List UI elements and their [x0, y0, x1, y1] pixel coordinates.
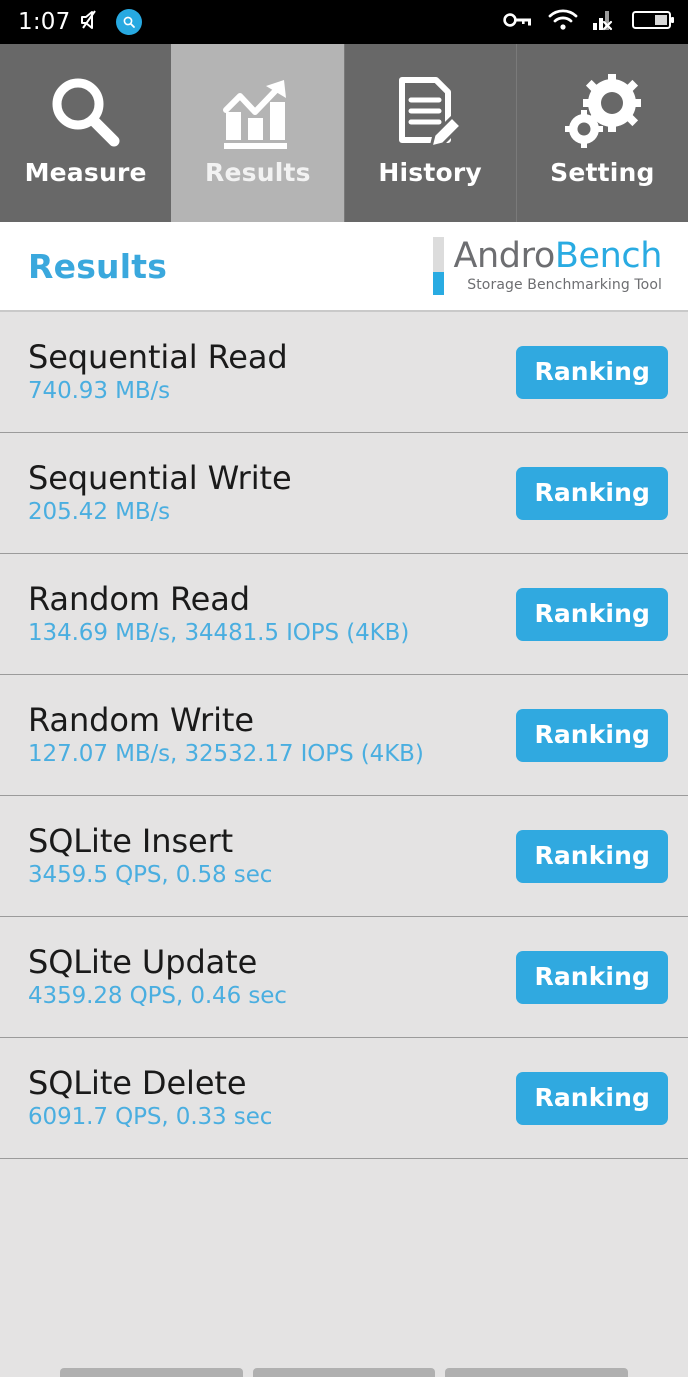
table-row[interactable]: Sequential Write 205.42 MB/s Ranking — [0, 433, 688, 554]
ranking-button[interactable]: Ranking — [516, 1071, 668, 1125]
logo-word-bench: Bench — [554, 236, 663, 277]
ranking-button[interactable]: Ranking — [516, 829, 668, 883]
ranking-button[interactable]: Ranking — [516, 345, 668, 399]
table-row[interactable]: Random Read 134.69 MB/s, 34481.5 IOPS (4… — [0, 554, 688, 675]
androbench-logo: AndroBench Storage Benchmarking Tool — [433, 237, 662, 295]
logo-word-andro: Andro — [453, 236, 555, 277]
tab-results-label: Results — [205, 158, 311, 187]
tab-setting-label: Setting — [550, 158, 655, 187]
result-title: Random Write — [28, 700, 254, 739]
result-info: SQLite Delete 6091.7 QPS, 0.33 sec — [28, 1063, 516, 1131]
table-row[interactable]: SQLite Update 4359.28 QPS, 0.46 sec Rank… — [0, 917, 688, 1038]
document-pencil-icon — [388, 72, 472, 156]
main-tab-bar: Measure Results History Setting — [0, 44, 688, 222]
table-row[interactable]: SQLite Insert 3459.5 QPS, 0.58 sec Ranki… — [0, 796, 688, 917]
result-info: Random Read 134.69 MB/s, 34481.5 IOPS (4… — [28, 579, 516, 647]
status-bar-right — [503, 9, 674, 35]
result-title: SQLite Update — [28, 942, 258, 981]
tab-history-label: History — [378, 158, 482, 187]
ranking-button[interactable]: Ranking — [516, 466, 668, 520]
tab-setting[interactable]: Setting — [515, 44, 688, 222]
table-row[interactable]: Sequential Read 740.93 MB/s Ranking — [0, 312, 688, 433]
result-title: SQLite Delete — [28, 1063, 247, 1102]
table-row[interactable]: SQLite Delete 6091.7 QPS, 0.33 sec Ranki… — [0, 1038, 688, 1159]
tab-results[interactable]: Results — [171, 44, 344, 222]
logo-accent-bar-bottom — [433, 271, 445, 295]
table-row[interactable]: Random Write 127.07 MB/s, 32532.17 IOPS … — [0, 675, 688, 796]
vpn-key-icon — [503, 11, 533, 33]
status-bar: 1:07 — [0, 0, 688, 44]
result-info: SQLite Update 4359.28 QPS, 0.46 sec — [28, 942, 516, 1010]
mute-icon — [80, 9, 106, 35]
tab-history[interactable]: History — [343, 44, 516, 222]
result-title: Random Read — [28, 579, 250, 618]
logo-text: AndroBench Storage Benchmarking Tool — [453, 237, 662, 295]
result-value: 134.69 MB/s, 34481.5 IOPS (4KB) — [28, 620, 410, 647]
battery-icon — [632, 9, 674, 35]
result-value: 4359.28 QPS, 0.46 sec — [28, 983, 287, 1010]
logo-tagline: Storage Benchmarking Tool — [467, 276, 662, 293]
app-screen: 1:07 Measure Results History Setting Res… — [0, 0, 688, 1377]
system-navigation-bar — [0, 1363, 688, 1377]
recents-button[interactable] — [60, 1368, 243, 1377]
tab-measure-label: Measure — [24, 158, 147, 187]
bar-chart-arrow-icon — [216, 72, 300, 156]
tab-measure[interactable]: Measure — [0, 44, 172, 222]
result-title: Sequential Write — [28, 458, 292, 497]
result-info: Sequential Read 740.93 MB/s — [28, 337, 516, 405]
ranking-button[interactable]: Ranking — [516, 708, 668, 762]
result-info: Random Write 127.07 MB/s, 32532.17 IOPS … — [28, 700, 516, 768]
logo-wordmark: AndroBench — [453, 236, 663, 277]
results-list: Sequential Read 740.93 MB/s Ranking Sequ… — [0, 312, 688, 1377]
wifi-icon — [548, 9, 578, 35]
ranking-button[interactable]: Ranking — [516, 950, 668, 1004]
gears-icon — [560, 72, 644, 156]
search-badge-icon — [116, 9, 143, 35]
result-value: 740.93 MB/s — [28, 378, 171, 405]
result-title: Sequential Read — [28, 337, 288, 376]
result-value: 205.42 MB/s — [28, 499, 171, 526]
ranking-button[interactable]: Ranking — [516, 587, 668, 641]
status-bar-left: 1:07 — [18, 8, 143, 35]
page-header: Results AndroBench Storage Benchmarking … — [0, 222, 688, 312]
cellular-signal-off-icon — [593, 9, 617, 35]
result-value: 3459.5 QPS, 0.58 sec — [28, 862, 273, 889]
result-info: Sequential Write 205.42 MB/s — [28, 458, 516, 526]
magnifier-icon — [44, 72, 128, 156]
page-title: Results — [28, 246, 168, 286]
result-title: SQLite Insert — [28, 821, 234, 860]
back-button[interactable] — [445, 1368, 629, 1377]
result-value: 127.07 MB/s, 32532.17 IOPS (4KB) — [28, 741, 424, 768]
result-value: 6091.7 QPS, 0.33 sec — [28, 1104, 273, 1131]
logo-accent-bar — [433, 237, 445, 295]
result-info: SQLite Insert 3459.5 QPS, 0.58 sec — [28, 821, 516, 889]
status-bar-clock: 1:07 — [18, 8, 71, 35]
home-button[interactable] — [252, 1368, 436, 1377]
logo-accent-bar-top — [433, 237, 445, 272]
